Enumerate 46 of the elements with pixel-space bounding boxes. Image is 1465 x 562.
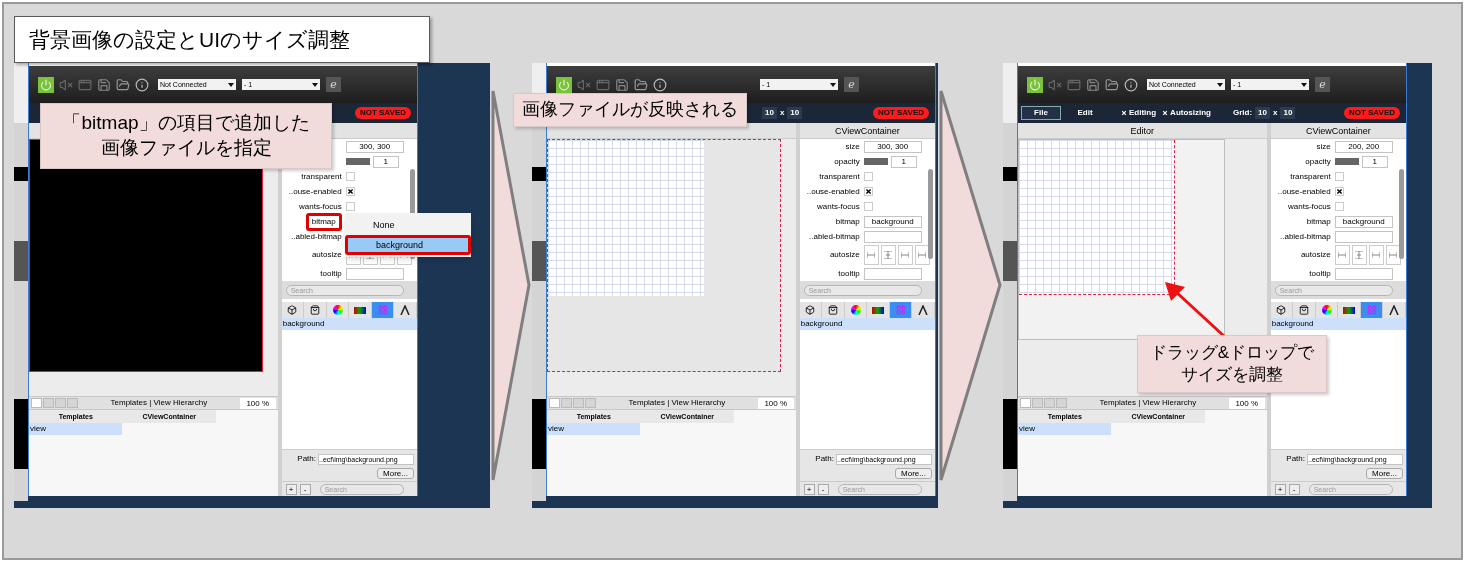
property-label: autosize: [829, 249, 860, 261]
property-label: wants-focus: [817, 200, 860, 213]
not-saved-badge: NOT SAVED: [354, 107, 411, 119]
property-label: tooltip: [1309, 267, 1331, 280]
property-label: autosize: [1300, 249, 1331, 261]
grid-separator: x: [1273, 107, 1278, 119]
panel-title: Templates | View Hierarchy: [627, 397, 727, 409]
property-label: wants-focus: [1288, 200, 1331, 213]
callout-text: 画像ファイルを指定: [100, 136, 272, 160]
property-label: wants-focus: [299, 200, 342, 213]
property-label: size: [845, 140, 860, 153]
property-label: bitmap: [305, 212, 342, 231]
path-label: Path:: [815, 453, 834, 465]
property-label: opacity: [834, 155, 860, 168]
property-label: bitmap: [1306, 215, 1331, 228]
panel-title: Templates | View Hierarchy: [1098, 397, 1198, 409]
callout-text: ドラッグ&ドロップで: [1149, 341, 1315, 364]
property-label: bitmap: [835, 215, 860, 228]
property-label: transparent: [819, 170, 860, 183]
inspector-header: CViewContainer: [1305, 126, 1371, 136]
callout-text: 「bitmap」の項目で追加した: [62, 111, 310, 136]
grid-label: Grid:: [1233, 107, 1253, 119]
property-label: size: [1316, 140, 1331, 153]
callout-text: 画像ファイルが反映される: [522, 98, 738, 122]
not-saved-badge: NOT SAVED: [872, 107, 929, 119]
property-label: ..abled-bitmap: [291, 230, 342, 243]
property-label: ..ouse-enabled: [288, 185, 342, 198]
property-label: tooltip: [320, 267, 342, 280]
slide-title: 背景画像の設定とUIのサイズ調整: [14, 16, 430, 63]
property-label: transparent: [1290, 170, 1331, 183]
panel-title: Templates | View Hierarchy: [109, 397, 209, 409]
property-label: ..ouse-enabled: [806, 185, 860, 198]
property-label: ..abled-bitmap: [809, 230, 860, 243]
property-label: opacity: [1305, 155, 1331, 168]
path-label: Path:: [1286, 453, 1305, 465]
grid-separator: x: [779, 107, 785, 119]
editor-header: Editor: [1130, 126, 1155, 136]
property-label: autosize: [311, 249, 342, 261]
callout-text: サイズを調整: [1181, 364, 1283, 386]
property-label: ..ouse-enabled: [1277, 185, 1331, 198]
property-label: transparent: [301, 170, 342, 183]
not-saved-badge: NOT SAVED: [1343, 107, 1400, 119]
property-label: ..abled-bitmap: [1280, 230, 1331, 243]
inspector-header: CViewContainer: [834, 126, 900, 136]
path-label: Path:: [297, 453, 316, 465]
property-label: tooltip: [838, 267, 860, 280]
